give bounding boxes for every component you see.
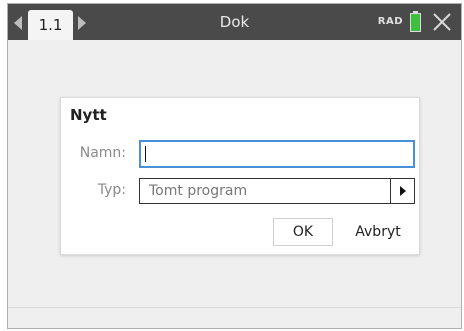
tab-1-1[interactable]: 1.1 [28,10,73,40]
app-window: 1.1 Dok RAD Nytt Namn: Typ: Tomt program… [7,3,462,329]
battery-icon [410,11,421,32]
name-label: Namn: [79,145,126,161]
angle-mode-indicator: RAD [377,16,403,27]
bottom-divider [8,307,461,308]
new-dialog: Nytt Namn: Typ: Tomt program OK Avbryt [60,97,420,255]
text-cursor [145,146,146,162]
ok-button[interactable]: OK [273,218,333,246]
previous-tab-icon[interactable] [14,16,22,30]
next-tab-icon[interactable] [78,16,86,30]
type-select[interactable]: Tomt program [139,178,415,204]
caret-right-icon [400,186,406,196]
cancel-button[interactable]: Avbryt [343,218,413,246]
name-input[interactable] [139,140,415,168]
close-icon[interactable] [431,11,453,33]
title-bar: 1.1 Dok RAD [8,4,461,40]
type-selected-value: Tomt program [149,183,248,199]
type-dropdown-button[interactable] [390,179,414,203]
dialog-title: Nytt [70,106,107,124]
type-label: Typ: [97,182,126,198]
